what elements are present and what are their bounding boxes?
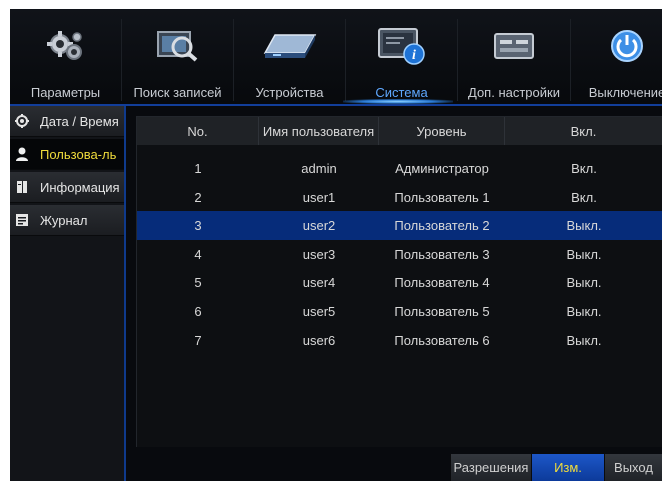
cell-no: 1 bbox=[194, 161, 202, 176]
system-info-icon: i bbox=[346, 24, 457, 68]
users-table: No. Имя пользователя Уровень Вкл. 1 admin… bbox=[136, 116, 662, 447]
tab-label: Поиск записей bbox=[133, 85, 222, 100]
info-book-icon bbox=[15, 180, 29, 194]
cell-enabled: Выкл. bbox=[566, 218, 602, 234]
cell-no: 3 bbox=[194, 218, 202, 234]
column-header-username: Имя пользователя bbox=[259, 117, 379, 145]
cell-level: Пользователь 3 bbox=[394, 246, 490, 262]
cell-username: user4 bbox=[302, 275, 336, 291]
cell-level: Пользователь 4 bbox=[394, 275, 490, 291]
tab-record-search[interactable]: Поиск записей bbox=[122, 9, 233, 105]
cell-enabled: Выкл. bbox=[566, 332, 602, 348]
cell-level: Пользователь 5 bbox=[394, 304, 490, 319]
exit-button[interactable]: Выход bbox=[604, 454, 662, 481]
cell-enabled: Выкл. bbox=[566, 304, 602, 319]
gear-clock-icon bbox=[15, 114, 29, 128]
cell-username: user2 bbox=[302, 218, 336, 234]
cell-no: 6 bbox=[194, 304, 202, 319]
main-toolbar: Параметры Поиск записей Устройства i Сис… bbox=[10, 9, 662, 105]
cell-no: 5 bbox=[194, 275, 202, 291]
sidebar: Дата / Время Пользова-ль Информация Журн… bbox=[10, 106, 124, 481]
log-icon bbox=[15, 213, 29, 227]
cell-no: 4 bbox=[194, 246, 202, 262]
cell-username: admin bbox=[301, 161, 337, 176]
cell-no: 7 bbox=[194, 332, 202, 348]
cell-level: Пользователь 1 bbox=[394, 189, 490, 205]
tab-parameters[interactable]: Параметры bbox=[10, 9, 121, 105]
cell-enabled: Выкл. bbox=[566, 275, 602, 291]
table-row[interactable]: 3 user2 Пользователь 2 Выкл. bbox=[137, 211, 662, 241]
cell-username: user3 bbox=[302, 246, 336, 262]
table-row[interactable]: 7 user6 Пользователь 6 Выкл. bbox=[137, 326, 662, 355]
sidebar-item-date-time[interactable]: Дата / Время bbox=[10, 106, 124, 137]
column-header-enabled: Вкл. bbox=[505, 117, 662, 145]
table-row[interactable]: 4 user3 Пользователь 3 Выкл. bbox=[137, 240, 662, 269]
cell-enabled: Вкл. bbox=[571, 161, 597, 176]
tab-label: Параметры bbox=[30, 85, 101, 100]
sidebar-item-log[interactable]: Журнал bbox=[10, 205, 124, 236]
table-row[interactable]: 6 user5 Пользователь 5 Выкл. bbox=[137, 297, 662, 326]
sidebar-item-label: Информация bbox=[40, 180, 120, 195]
table-row[interactable]: 2 user1 Пользователь 1 Вкл. bbox=[137, 183, 662, 212]
svg-text:i: i bbox=[412, 48, 416, 63]
power-icon bbox=[571, 24, 662, 68]
cell-level: Администратор bbox=[395, 161, 489, 176]
cell-username: user6 bbox=[302, 332, 336, 348]
cell-username: user1 bbox=[302, 189, 336, 205]
table-row[interactable]: 5 user4 Пользователь 4 Выкл. bbox=[137, 268, 662, 297]
advanced-settings-icon bbox=[458, 24, 570, 68]
sidebar-divider bbox=[124, 106, 126, 481]
cell-enabled: Выкл. bbox=[566, 246, 602, 262]
column-header-no: No. bbox=[137, 117, 259, 145]
tab-devices[interactable]: Устройства bbox=[234, 9, 345, 105]
tab-label: Доп. настройки bbox=[468, 85, 560, 100]
cell-no: 2 bbox=[194, 189, 202, 205]
tab-advanced-settings[interactable]: Доп. настройки bbox=[458, 9, 570, 105]
gears-icon bbox=[10, 24, 121, 68]
dvr-window: Параметры Поиск записей Устройства i Сис… bbox=[10, 9, 662, 481]
tab-shutdown[interactable]: Выключение bbox=[571, 9, 662, 105]
cell-level: Пользователь 6 bbox=[394, 332, 490, 348]
tab-system[interactable]: i Система bbox=[346, 9, 457, 105]
column-header-level: Уровень bbox=[379, 117, 505, 145]
sidebar-item-label: Журнал bbox=[40, 213, 88, 228]
user-icon bbox=[15, 147, 29, 161]
permissions-button[interactable]: Разрешения bbox=[450, 454, 531, 481]
edit-button[interactable]: Изм. bbox=[531, 454, 604, 481]
tab-label: Система bbox=[375, 85, 428, 100]
film-search-icon bbox=[122, 24, 233, 68]
sidebar-item-information[interactable]: Информация bbox=[10, 172, 124, 203]
tab-label: Выключение bbox=[588, 85, 662, 100]
sidebar-item-user[interactable]: Пользова-ль bbox=[10, 139, 124, 170]
cell-enabled: Вкл. bbox=[571, 189, 597, 205]
hard-drive-icon bbox=[234, 24, 345, 68]
sidebar-item-label: Дата / Время bbox=[40, 114, 119, 129]
tab-label: Устройства bbox=[255, 85, 324, 100]
sidebar-item-label: Пользова-ль bbox=[40, 147, 117, 162]
table-row[interactable]: 1 admin Администратор Вкл. bbox=[137, 154, 662, 183]
cell-level: Пользователь 2 bbox=[394, 218, 490, 234]
cell-username: user5 bbox=[302, 304, 336, 319]
